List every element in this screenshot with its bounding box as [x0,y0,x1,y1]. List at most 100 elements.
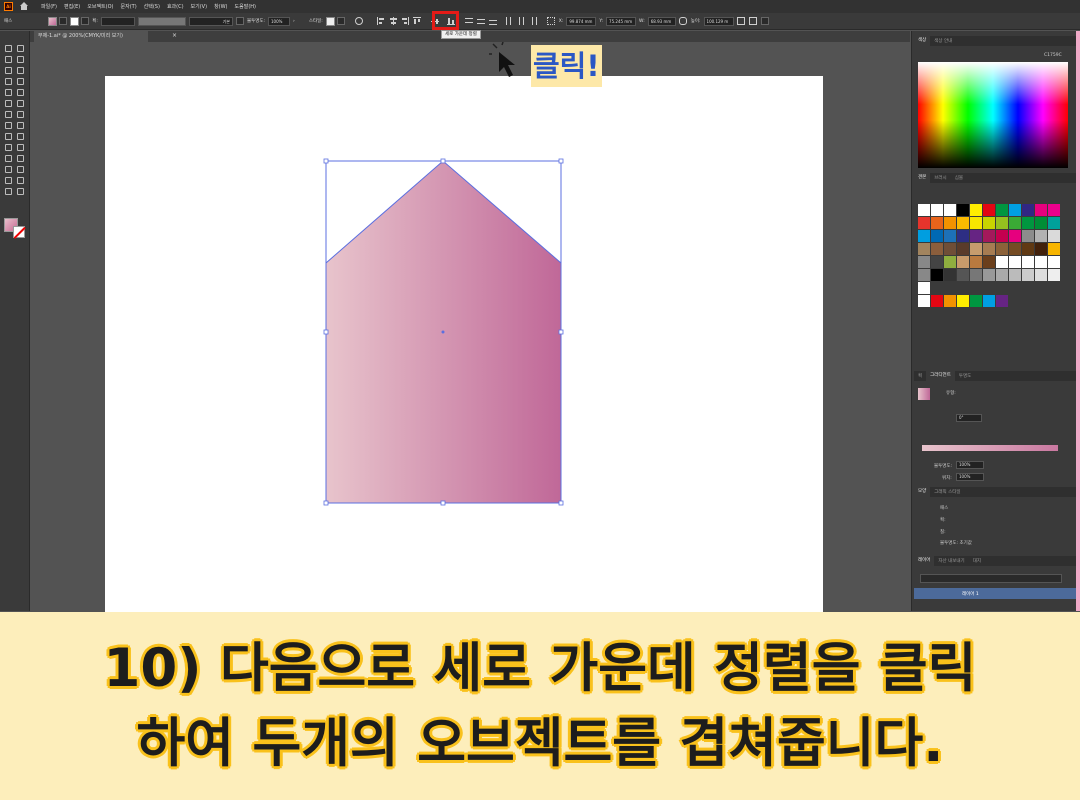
color-swatch[interactable] [918,282,930,294]
h-field[interactable]: 100.129 m [703,16,734,26]
tab-layers[interactable]: 레이어 [914,556,935,566]
hand-tool-icon[interactable] [5,188,12,195]
color-swatch[interactable] [996,217,1008,229]
distribute-horizontal-center-icon[interactable] [517,17,525,25]
color-swatch[interactable] [1009,256,1021,268]
menu-effect[interactable]: 효과(C) [167,3,184,10]
color-swatch[interactable] [1009,230,1021,242]
align-top-icon[interactable] [412,17,421,25]
color-swatch[interactable] [1035,204,1047,216]
stroke-color-swatch[interactable] [70,16,80,26]
graphic-style-dropdown[interactable] [336,17,345,25]
rectangle-tool-icon[interactable] [5,89,12,96]
color-swatch[interactable] [944,204,956,216]
color-swatch[interactable] [1022,204,1034,216]
color-swatch[interactable] [970,230,982,242]
color-swatch[interactable] [996,243,1008,255]
menu-view[interactable]: 보기(V) [191,3,208,10]
color-swatch[interactable] [944,243,956,255]
appearance-row-opacity[interactable]: 불투명도: 초기값 [940,540,972,546]
transform-reference-icon[interactable] [546,17,555,25]
distribute-bottom-icon[interactable] [488,17,497,25]
menu-window[interactable]: 창(W) [214,3,227,10]
color-swatch[interactable] [970,243,982,255]
align-right-icon[interactable] [401,17,409,25]
align-left-icon[interactable] [376,17,385,25]
eraser-tool-icon[interactable] [17,100,24,107]
tab-gradient[interactable]: 그라디언트 [926,371,955,381]
color-swatch[interactable] [931,256,943,268]
color-swatch[interactable] [983,217,995,229]
recolor-artwork-icon[interactable] [354,17,363,25]
eyedropper-tool-icon[interactable] [5,155,12,162]
tab-color[interactable]: 색상 [914,36,931,46]
appearance-row-stroke[interactable]: 획: [940,517,946,523]
color-swatch[interactable] [1009,243,1021,255]
color-swatch[interactable] [983,269,995,281]
tab-appearance[interactable]: 모양 [914,487,931,497]
tab-color-guide[interactable]: 색상 안내 [930,38,956,44]
align-horizontal-center-icon[interactable] [389,17,397,25]
tab-artboards[interactable]: 대지 [969,558,985,564]
tab-transparency[interactable]: 투명도 [955,373,975,379]
constrain-proportions-icon[interactable] [678,17,687,25]
color-swatch[interactable] [983,256,995,268]
canvas-area[interactable] [30,42,910,612]
opacity-arrow-icon[interactable]: › [293,19,295,24]
paintbrush-tool-icon[interactable] [17,89,24,96]
color-swatch[interactable] [931,295,943,307]
stroke-style-dropdown[interactable] [235,17,244,25]
color-swatch[interactable] [931,243,943,255]
distribute-right-icon[interactable] [529,17,537,25]
color-swatch[interactable] [1035,230,1047,242]
color-swatch[interactable] [1009,217,1021,229]
color-swatch[interactable] [1048,230,1060,242]
color-swatch[interactable] [996,269,1008,281]
shape-layer[interactable] [30,42,910,612]
color-swatch[interactable] [1048,217,1060,229]
gradient-tool-icon[interactable] [17,144,24,151]
color-swatch[interactable] [1022,243,1034,255]
menu-help[interactable]: 도움말(H) [235,3,256,10]
color-swatch[interactable] [1035,269,1047,281]
color-swatch[interactable] [1048,256,1060,268]
color-swatch[interactable] [1022,217,1034,229]
color-swatch[interactable] [957,204,969,216]
gradient-slider[interactable] [922,445,1058,451]
perspective-tool-icon[interactable] [17,133,24,140]
color-swatch[interactable] [983,295,995,307]
curvature-tool-icon[interactable] [17,67,24,74]
free-transform-tool-icon[interactable] [17,122,24,129]
color-swatch[interactable] [1035,243,1047,255]
color-swatch[interactable] [944,217,956,229]
color-swatch[interactable] [1009,269,1021,281]
color-hex[interactable]: C1759C [1044,53,1062,58]
tab-brushes[interactable]: 브러시 [930,175,950,181]
gradient-opacity-field[interactable]: 100% [956,461,984,469]
color-swatch[interactable] [918,230,930,242]
color-swatch[interactable] [996,256,1008,268]
color-swatch[interactable] [931,217,943,229]
control-bar-menu-dropdown[interactable] [760,17,769,25]
color-swatch[interactable] [944,256,956,268]
color-swatch[interactable] [1035,256,1047,268]
color-swatch[interactable] [918,269,930,281]
color-swatch[interactable] [996,204,1008,216]
color-swatch[interactable] [957,295,969,307]
color-swatch[interactable] [983,243,995,255]
type-tool-icon[interactable] [5,78,12,85]
scale-tool-icon[interactable] [17,111,24,118]
lasso-tool-icon[interactable] [17,56,24,63]
color-swatch[interactable] [957,269,969,281]
color-swatch[interactable] [918,217,930,229]
color-swatch[interactable] [944,269,956,281]
graph-tool-icon[interactable] [17,166,24,173]
color-swatch[interactable] [996,295,1008,307]
graphic-style-swatch[interactable] [325,16,335,26]
color-swatch[interactable] [970,217,982,229]
tab-asset-export[interactable]: 자산 내보내기 [934,558,968,564]
color-swatch[interactable] [931,269,943,281]
menu-select[interactable]: 선택(S) [144,3,160,10]
shaper-tool-icon[interactable] [5,100,12,107]
transform-icon[interactable] [736,17,745,25]
